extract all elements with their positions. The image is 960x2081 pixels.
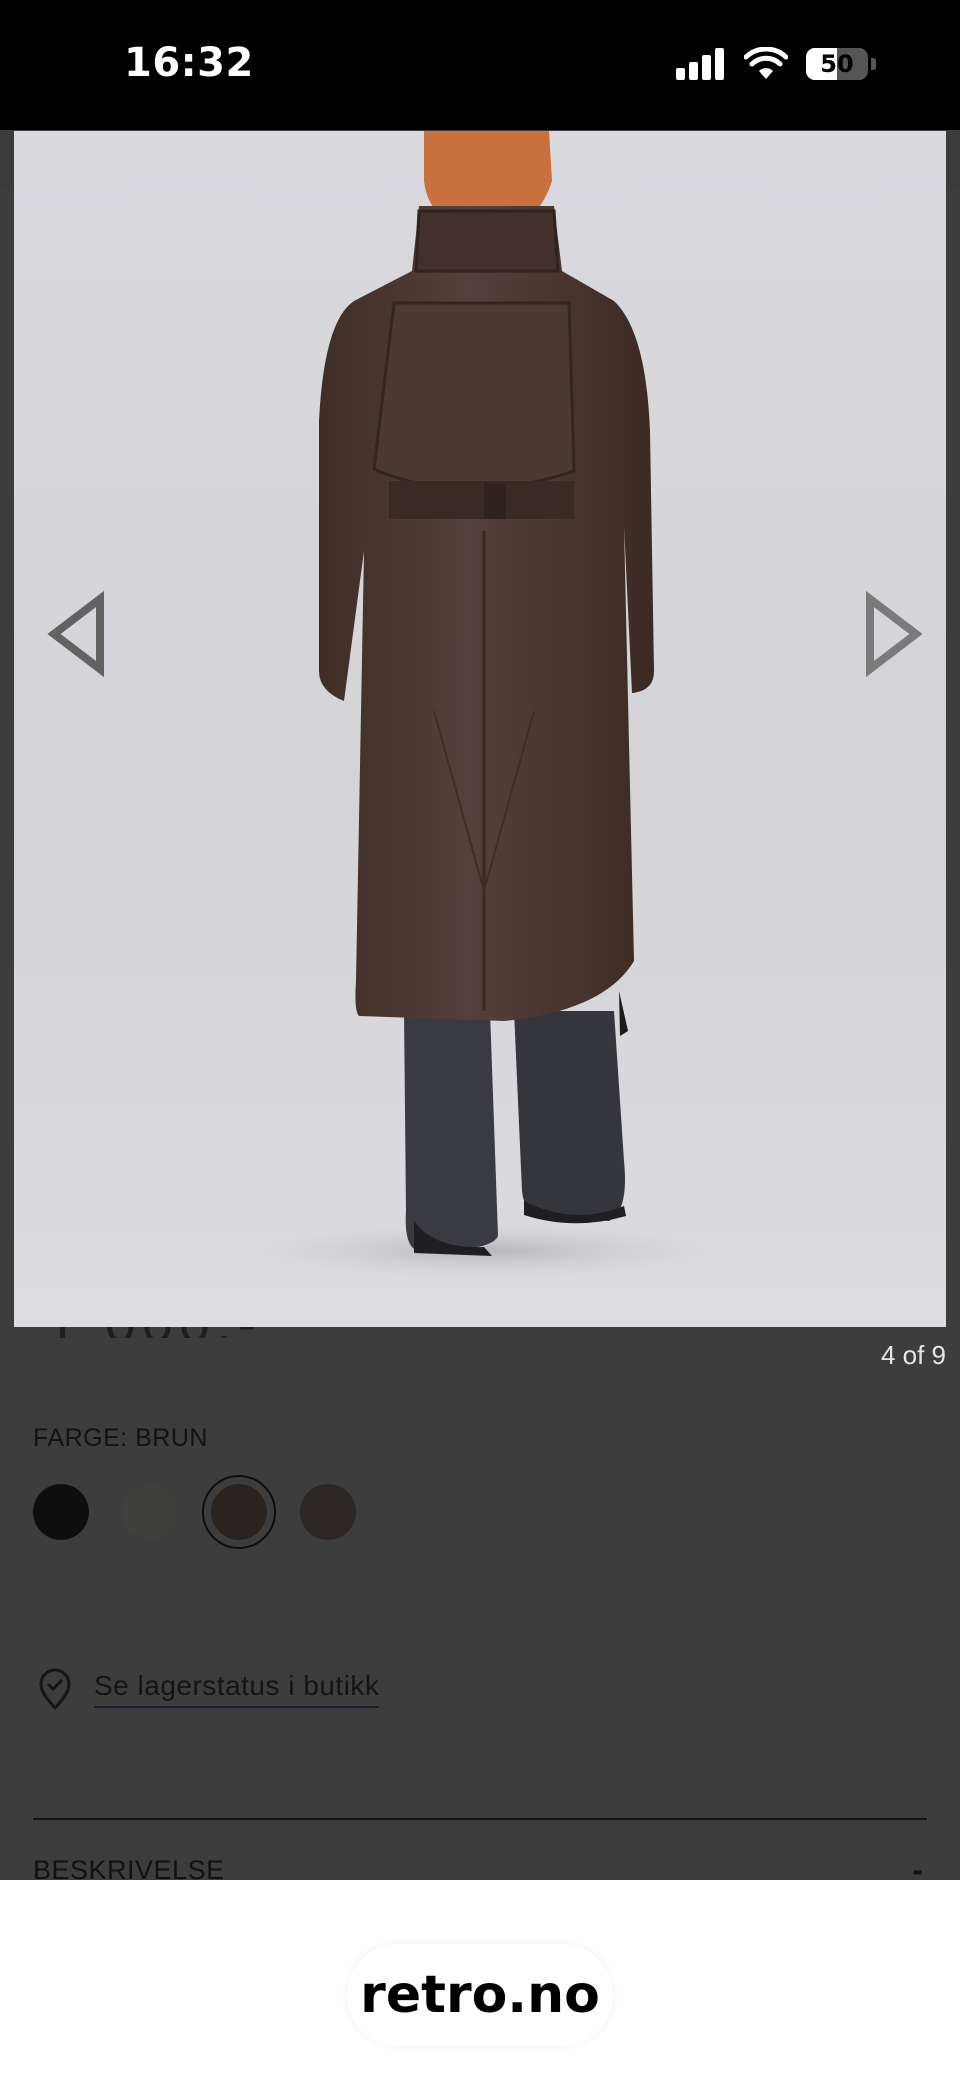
color-swatches: [33, 1475, 356, 1549]
site-url-pill[interactable]: retro.no: [347, 1944, 613, 2046]
gallery-next-button[interactable]: [858, 589, 928, 679]
swatch-black[interactable]: [33, 1484, 89, 1540]
swatch-brown[interactable]: [211, 1484, 267, 1540]
status-icons: 50: [676, 44, 876, 84]
product-image-gallery[interactable]: [14, 131, 946, 1327]
gallery-pager: 4 of 9: [880, 1340, 946, 1370]
product-image: [254, 131, 714, 1279]
store-stock-row[interactable]: Se lagerstatus i butikk: [38, 1668, 380, 1710]
chevron-left-icon: [47, 590, 104, 678]
swatch-dark-brown[interactable]: [300, 1484, 356, 1540]
swatch-brown-selected-ring[interactable]: [202, 1475, 276, 1549]
swatch-olive[interactable]: [122, 1484, 178, 1540]
site-footer-bar: retro.no: [0, 1880, 960, 2081]
battery-level: 50: [820, 50, 854, 78]
color-label: FARGE: BRUN: [33, 1424, 208, 1452]
cellular-signal-icon: [676, 48, 724, 80]
store-stock-link[interactable]: Se lagerstatus i butikk: [94, 1670, 380, 1708]
gallery-prev-button[interactable]: [42, 589, 112, 679]
status-bar: 16:32 50: [0, 0, 960, 130]
battery-icon: 50: [806, 48, 868, 80]
chevron-right-icon: [866, 590, 923, 678]
site-url: retro.no: [360, 1965, 600, 2025]
location-pin-check-icon: [39, 1668, 71, 1710]
wifi-icon: [744, 47, 788, 79]
battery-tip: [871, 58, 876, 70]
status-time: 16:32: [124, 40, 254, 86]
section-divider: [33, 1818, 927, 1820]
